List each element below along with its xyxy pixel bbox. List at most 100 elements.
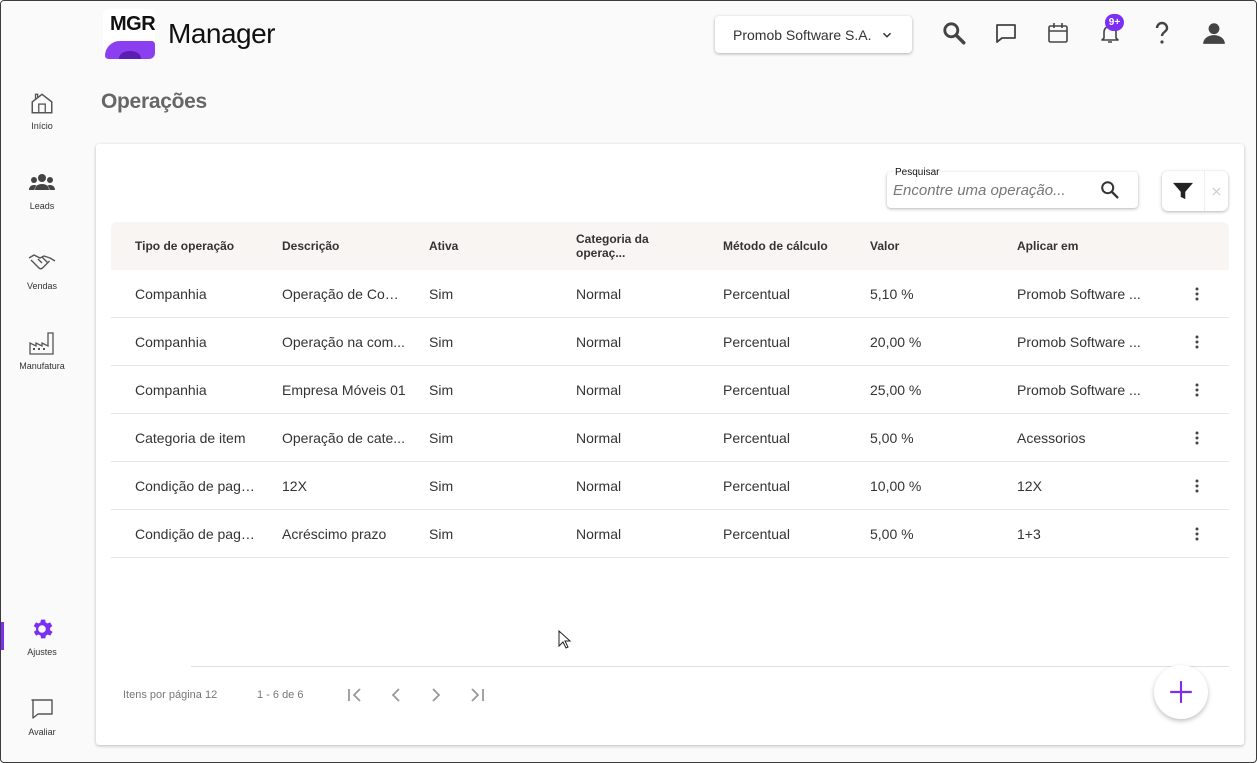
gear-icon [28, 615, 56, 643]
app-window: MGR Manager Promob Software S.A. 9+ Iníc… [0, 0, 1257, 763]
home-icon [28, 89, 56, 117]
handshake-icon [28, 249, 56, 277]
more-vert-icon[interactable] [1187, 479, 1207, 493]
cell-valor: 25,00 % [870, 381, 922, 398]
cell-descricao: Operação na com... [282, 333, 405, 350]
cell-metodo: Percentual [723, 525, 790, 542]
last-page-icon[interactable] [466, 685, 486, 705]
table-header: Tipo de operação Descrição Ativa Categor… [111, 222, 1229, 270]
cell-metodo: Percentual [723, 477, 790, 494]
cell-valor: 10,00 % [870, 477, 922, 494]
first-page-icon[interactable] [346, 685, 366, 705]
sidebar-item-label: Leads [29, 201, 55, 211]
table-row[interactable]: Categoria de item Operação de cate... Si… [111, 414, 1229, 462]
sidebar-item-manufatura[interactable]: Manufatura [1, 329, 83, 389]
chevron-down-icon [882, 32, 891, 38]
cell-descricao: 12X [282, 477, 307, 494]
calendar-icon[interactable] [1044, 19, 1072, 47]
cell-tipo: Condição de paga... [135, 525, 259, 542]
cell-tipo: Categoria de item [135, 429, 246, 446]
more-vert-icon[interactable] [1187, 383, 1207, 397]
company-selector[interactable]: Promob Software S.A. [715, 16, 912, 53]
table-row[interactable]: Condição de paga... Acréscimo prazo Sim … [111, 510, 1229, 558]
more-vert-icon[interactable] [1187, 431, 1207, 445]
table-row[interactable]: Companhia Operação na com... Sim Normal … [111, 318, 1229, 366]
mouse-cursor-icon [558, 629, 572, 655]
pagination-divider [191, 666, 1229, 667]
sidebar-item-leads[interactable]: Leads [1, 169, 83, 229]
column-header-ativa[interactable]: Ativa [429, 239, 553, 253]
cell-categoria: Normal [576, 333, 622, 350]
filter-icon [1173, 182, 1193, 200]
chat-icon[interactable] [992, 19, 1020, 47]
user-icon[interactable] [1200, 19, 1228, 47]
search-icon[interactable] [940, 19, 968, 47]
cell-descricao: Acréscimo prazo [282, 525, 387, 542]
operations-table: Tipo de operação Descrição Ativa Categor… [111, 222, 1229, 558]
sidebar-item-ajustes[interactable]: Ajustes [1, 615, 83, 675]
table-row[interactable]: Companhia Operação de Com... Sim Normal … [111, 270, 1229, 318]
cell-tipo: Condição de paga... [135, 477, 259, 494]
cell-aplicar: 12X [1017, 477, 1042, 494]
sidebar-item-inicio[interactable]: Início [1, 89, 83, 149]
filter-button[interactable] [1162, 171, 1205, 211]
sidebar-item-vendas[interactable]: Vendas [1, 249, 83, 309]
cell-descricao: Operação de Com... [282, 285, 406, 302]
add-operation-button[interactable] [1154, 665, 1208, 719]
clear-filter-button[interactable] [1205, 171, 1228, 211]
column-header-valor[interactable]: Valor [870, 239, 994, 253]
page-title: Operações [101, 90, 207, 113]
column-header-tipo[interactable]: Tipo de operação [135, 239, 259, 253]
column-header-descricao[interactable]: Descrição [282, 239, 406, 253]
sidebar-item-label: Avaliar [28, 727, 56, 737]
cell-aplicar: Promob Software ... [1017, 285, 1141, 302]
search-icon[interactable] [1099, 179, 1121, 201]
cell-tipo: Companhia [135, 381, 207, 398]
table-row[interactable]: Condição de paga... 12X Sim Normal Perce… [111, 462, 1229, 510]
column-header-categoria[interactable]: Categoria da operaç... [576, 232, 700, 260]
cell-ativa: Sim [429, 381, 454, 398]
cell-metodo: Percentual [723, 381, 790, 398]
cell-valor: 5,00 % [870, 525, 914, 542]
cell-tipo: Companhia [135, 333, 207, 350]
items-per-page[interactable]: Itens por página 12 [123, 689, 217, 701]
more-vert-icon[interactable] [1187, 287, 1207, 301]
cell-ativa: Sim [429, 333, 454, 350]
cell-valor: 20,00 % [870, 333, 922, 350]
cell-categoria: Normal [576, 381, 622, 398]
top-header: MGR Manager Promob Software S.A. 9+ [1, 1, 1256, 69]
previous-page-icon[interactable] [386, 685, 406, 705]
cell-tipo: Companhia [135, 285, 207, 302]
cell-metodo: Percentual [723, 333, 790, 350]
help-icon[interactable] [1148, 19, 1176, 47]
cell-ativa: Sim [429, 429, 454, 446]
sidebar: Início Leads Vendas Manufatura Ajustes A… [1, 69, 83, 762]
company-selector-label: Promob Software S.A. [733, 26, 872, 43]
cell-categoria: Normal [576, 477, 622, 494]
more-vert-icon[interactable] [1187, 335, 1207, 349]
cell-ativa: Sim [429, 477, 454, 494]
cell-aplicar: Acessorios [1017, 429, 1086, 446]
sidebar-item-label: Manufatura [19, 361, 65, 371]
logo-text: MGR [110, 13, 155, 35]
column-header-aplicar[interactable]: Aplicar em [1017, 239, 1141, 253]
cell-descricao: Empresa Móveis 01 [282, 381, 406, 398]
app-title: Manager [168, 18, 276, 49]
column-header-metodo[interactable]: Método de cálculo [723, 239, 847, 253]
pagination-range: 1 - 6 de 6 [257, 689, 304, 701]
next-page-icon[interactable] [426, 685, 446, 705]
logo-shape-accent [119, 51, 141, 59]
plus-icon [1170, 681, 1192, 703]
sidebar-item-label: Ajustes [27, 647, 57, 657]
more-vert-icon[interactable] [1187, 527, 1207, 541]
cell-categoria: Normal [576, 429, 622, 446]
table-row[interactable]: Companhia Empresa Móveis 01 Sim Normal P… [111, 366, 1229, 414]
app-logo[interactable]: MGR [103, 9, 155, 59]
filter-controls [1162, 171, 1228, 211]
close-icon [1212, 186, 1221, 196]
cell-valor: 5,10 % [870, 285, 914, 302]
sidebar-item-avaliar[interactable]: Avaliar [1, 695, 83, 755]
cell-descricao: Operação de cate... [282, 429, 405, 446]
cell-metodo: Percentual [723, 429, 790, 446]
search-input[interactable] [893, 182, 1093, 199]
